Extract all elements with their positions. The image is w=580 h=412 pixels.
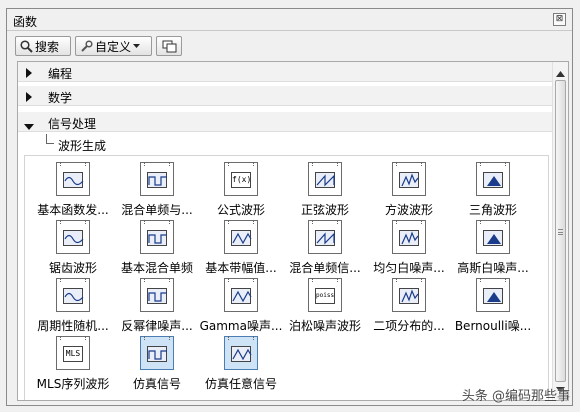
function-label: 正弦波形 <box>300 203 349 217</box>
mls-sequence-icon[interactable]: MLS <box>56 336 90 370</box>
function-label: 均匀白噪声... <box>373 261 445 275</box>
scroll-up-icon[interactable] <box>556 66 565 80</box>
function-label: 泊松噪声波形 <box>288 319 361 333</box>
basic-function-generator-icon[interactable] <box>56 162 90 196</box>
chevron-down-icon <box>133 43 141 49</box>
category-signal-processing[interactable]: 信号处理 <box>18 112 553 132</box>
function-label: Bernoulli噪... <box>454 319 532 333</box>
sawtooth-waveform-icon[interactable] <box>56 220 90 254</box>
search-button-label: 搜索 <box>35 39 60 54</box>
function-label: 二项分布的... <box>373 319 445 333</box>
function-label: 混合单频与... <box>121 203 193 217</box>
window-title: 函数 <box>13 15 38 29</box>
search-button[interactable]: 搜索 <box>15 36 71 56</box>
category-programming[interactable]: 编程 <box>18 62 553 82</box>
square-waveform-icon[interactable] <box>392 162 426 196</box>
function-tile[interactable]: Bernoulli噪... <box>451 276 535 334</box>
multitone-signal-icon[interactable] <box>308 220 342 254</box>
category-label: 编程 <box>48 67 73 81</box>
subcategory-label: 波形生成 <box>58 139 107 153</box>
function-tile[interactable]: 锯齿波形 <box>31 218 115 276</box>
category-label: 数学 <box>48 91 73 105</box>
mixed-single-tone-icon[interactable] <box>140 162 174 196</box>
function-label: 锯齿波形 <box>48 261 97 275</box>
function-label: 基本混合单频 <box>120 261 193 275</box>
palette-content: 编程 数学 信号处理 波形生成 基本函数发... 混合单频与... f(x) 公式波形… <box>17 61 569 401</box>
function-tile[interactable]: 基本带幅值... <box>199 218 283 276</box>
function-label: 混合单频信... <box>289 261 361 275</box>
poisson-noise-icon[interactable]: poisson <box>308 278 342 312</box>
gamma-noise-icon[interactable] <box>224 278 258 312</box>
expand-arrow-icon[interactable] <box>26 67 32 81</box>
function-icon-grid: 基本函数发... 混合单频与... f(x) 公式波形 正弦波形 方波波形 三角波形锯齿波形… <box>24 155 549 400</box>
subcategory-waveform-generation[interactable]: 波形生成 <box>18 134 553 154</box>
wrench-icon <box>80 39 93 53</box>
function-tile[interactable]: Gamma噪声... <box>199 276 283 334</box>
function-tile[interactable]: 混合单频信... <box>283 218 367 276</box>
function-tile[interactable]: 正弦波形 <box>283 160 367 218</box>
gaussian-white-noise-icon[interactable] <box>476 220 510 254</box>
customize-button-label: 自定义 <box>95 39 132 54</box>
function-label: 高斯白噪声... <box>457 261 529 275</box>
search-icon <box>20 39 33 53</box>
function-tile[interactable]: 仿真信号 <box>115 334 199 392</box>
function-tile[interactable]: f(x) 公式波形 <box>199 160 283 218</box>
function-tile[interactable]: MLS MLS序列波形 <box>31 334 115 392</box>
category-label: 信号处理 <box>48 117 97 131</box>
tree-branch-icon <box>46 134 54 144</box>
function-tile[interactable]: 三角波形 <box>451 160 535 218</box>
function-tile[interactable]: 方波波形 <box>367 160 451 218</box>
function-tile[interactable]: 均匀白噪声... <box>367 218 451 276</box>
function-tile[interactable]: poisson 泊松噪声波形 <box>283 276 367 334</box>
function-tile[interactable]: 周期性随机... <box>31 276 115 334</box>
basic-multitone-icon[interactable] <box>140 220 174 254</box>
watermark: 头条 @编码那些事 <box>461 389 570 404</box>
collapse-arrow-icon[interactable] <box>24 119 34 133</box>
basic-multitone-amplitude-icon[interactable] <box>224 220 258 254</box>
function-label: 基本函数发... <box>37 203 109 217</box>
bernoulli-noise-icon[interactable] <box>476 278 510 312</box>
function-label: 仿真信号 <box>132 377 181 391</box>
function-label: 反幂律噪声... <box>121 319 193 333</box>
function-label: Gamma噪声... <box>199 319 283 333</box>
sine-waveform-icon[interactable] <box>308 162 342 196</box>
simulate-signal-icon[interactable] <box>140 336 174 370</box>
binomial-noise-icon[interactable] <box>392 278 426 312</box>
title-bar[interactable]: 函数 ⊠ <box>7 9 572 31</box>
close-icon[interactable]: ⊠ <box>553 13 566 26</box>
function-tile[interactable]: 基本函数发... <box>31 160 115 218</box>
scrollbar-thumb[interactable] <box>555 80 566 382</box>
function-tile[interactable]: 仿真任意信号 <box>199 334 283 392</box>
function-tile[interactable]: 混合单频与... <box>115 160 199 218</box>
function-label: 三角波形 <box>468 203 517 217</box>
function-tile[interactable]: 高斯白噪声... <box>451 218 535 276</box>
function-label: 仿真任意信号 <box>204 377 277 391</box>
inverse-power-noise-icon[interactable] <box>140 278 174 312</box>
function-tile[interactable]: 基本混合单频 <box>115 218 199 276</box>
function-label: 周期性随机... <box>37 319 109 333</box>
function-label: MLS序列波形 <box>36 377 110 391</box>
category-mathematics[interactable]: 数学 <box>18 86 553 106</box>
vertical-scrollbar[interactable] <box>552 62 568 400</box>
periodic-random-noise-icon[interactable] <box>56 278 90 312</box>
customize-button[interactable]: 自定义 <box>75 36 152 56</box>
function-tile[interactable]: 反幂律噪声... <box>115 276 199 334</box>
palette-view-button[interactable] <box>156 36 182 56</box>
function-tile[interactable]: 二项分布的... <box>367 276 451 334</box>
expand-arrow-icon[interactable] <box>26 91 32 105</box>
functions-palette-window: 函数 ⊠ 搜索 自定义 编程 数学 信号处理 波形生成 基本函数发... 混合单… <box>6 8 573 406</box>
formula-waveform-icon[interactable]: f(x) <box>224 162 258 196</box>
function-label: 公式波形 <box>216 203 265 217</box>
palette-view-icon <box>162 40 177 53</box>
triangle-waveform-icon[interactable] <box>476 162 510 196</box>
simulate-arbitrary-signal-icon[interactable] <box>224 336 258 370</box>
uniform-white-noise-icon[interactable] <box>392 220 426 254</box>
function-label: 基本带幅值... <box>205 261 277 275</box>
function-label: 方波波形 <box>384 203 433 217</box>
